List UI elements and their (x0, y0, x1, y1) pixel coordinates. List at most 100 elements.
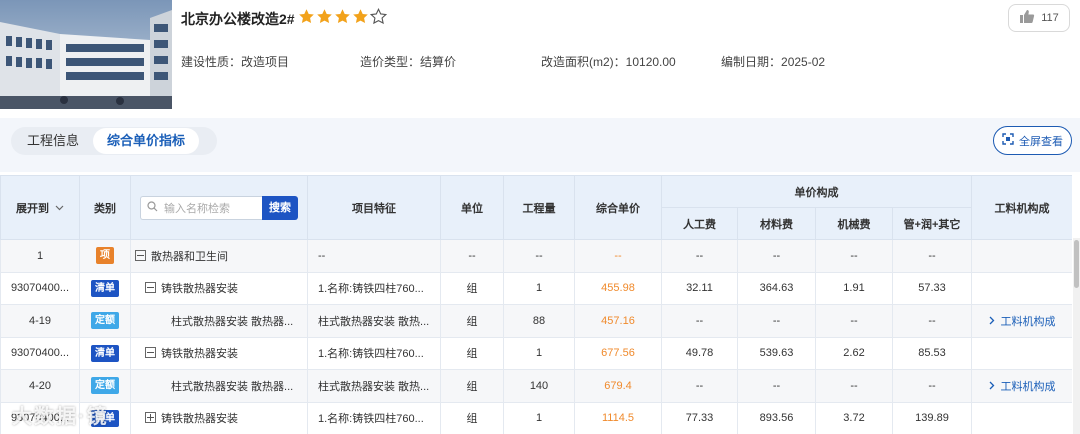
material-header: 材料费 (737, 207, 816, 240)
table-row[interactable]: 93070400... 清单 铸铁散热器安装 1.名称:铸铁四柱760... 组… (0, 271, 1072, 305)
row-feature: 1.名称:铸铁四柱760... (307, 271, 441, 305)
rating-stars (298, 8, 387, 25)
quantity-header: 工程量 (503, 175, 575, 240)
project-header: 北京办公楼改造2# 建设性质：改造项目 造价类型：结算价 改造面积(m2)：10… (0, 0, 1080, 112)
collapse-icon[interactable] (135, 249, 146, 261)
row-feature: 1.名称:铸铁四柱760... (307, 401, 441, 434)
chevron-right-icon (989, 381, 995, 393)
chevron-right-icon (989, 316, 995, 328)
table-row[interactable]: 93070400... 清单 铸铁散热器安装 1.名称:铸铁四柱760... 组… (0, 336, 1072, 370)
lmm-link[interactable]: 工料机构成 (989, 316, 1056, 328)
row-name: 柱式散热器安装 散热器... (171, 380, 294, 393)
row-material: 539.63 (737, 336, 816, 370)
scrollbar-thumb[interactable] (1074, 240, 1079, 288)
category-badge: 清单 (91, 344, 119, 362)
row-lmm (971, 271, 1072, 305)
star-filled-icon (299, 9, 314, 24)
category-badge: 定额 (91, 377, 119, 395)
row-machine: 1.91 (815, 271, 893, 305)
tab-switcher: 工程信息 综合单价指标 (11, 127, 217, 155)
row-unit: 组 (440, 304, 504, 338)
chevron-down-icon (55, 202, 64, 214)
meta-label: 建设性质： (181, 55, 242, 69)
row-feature: 柱式散热器安装 散热... (307, 304, 441, 338)
table-row[interactable]: 1 项 散热器和卫生间 -- -- -- -- -- -- -- -- (0, 239, 1072, 273)
row-feature: 柱式散热器安装 散热... (307, 369, 441, 403)
row-quantity: 140 (503, 369, 575, 403)
row-name-cell: 铸铁散热器安装 (130, 336, 308, 370)
row-machine: -- (815, 239, 893, 273)
row-mgmt: 85.53 (892, 336, 972, 370)
like-button[interactable]: 117 (1008, 4, 1070, 32)
star-filled-icon (335, 9, 350, 24)
meta-label: 造价类型： (360, 55, 421, 69)
unit-price-header: 综合单价 (574, 175, 662, 240)
tab-project-info[interactable]: 工程信息 (13, 128, 93, 154)
row-lmm (971, 239, 1072, 273)
project-thumbnail (0, 0, 172, 109)
category-badge: 项 (96, 247, 114, 265)
row-code: 93070400... (0, 401, 80, 434)
meta-label: 编制日期： (721, 55, 782, 69)
row-unit-price: 457.16 (574, 304, 662, 338)
meta-value: 10120.00 (625, 55, 676, 69)
collapse-icon[interactable] (145, 347, 156, 359)
meta-value: 2025-02 (781, 55, 826, 69)
row-machine: 2.62 (815, 336, 893, 370)
row-category: 清单 (79, 271, 131, 305)
lmm-link-label: 工料机构成 (1000, 315, 1056, 328)
row-name: 铸铁散热器安装 (161, 348, 238, 361)
row-category: 清单 (79, 336, 131, 370)
meta-compile-date: 编制日期：2025-02 (721, 53, 825, 70)
star-filled-icon (353, 9, 368, 24)
row-code: 1 (0, 239, 80, 273)
row-lmm: 工料机构成 (971, 304, 1072, 338)
row-unit: 组 (440, 271, 504, 305)
meta-value: 结算价 (420, 55, 457, 69)
collapse-icon[interactable] (145, 282, 156, 294)
row-quantity: 1 (503, 336, 575, 370)
row-material: -- (737, 239, 816, 273)
expand-level-header[interactable]: 展开到 (0, 175, 80, 240)
category-badge: 定额 (91, 312, 119, 330)
table-row[interactable]: 4-20 定额 柱式散热器安装 散热器... 柱式散热器安装 散热... 组 1… (0, 369, 1072, 403)
row-name: 散热器和卫生间 (151, 250, 228, 263)
row-code: 4-20 (0, 369, 80, 403)
feature-header: 项目特征 (307, 175, 441, 240)
thumbs-up-icon (1019, 9, 1035, 27)
row-code: 93070400... (0, 336, 80, 370)
row-unit-price: 677.56 (574, 336, 662, 370)
row-mgmt: 57.33 (892, 271, 972, 305)
row-material: 893.56 (737, 401, 816, 434)
search-button[interactable]: 搜索 (262, 195, 298, 220)
search-icon (147, 200, 158, 215)
row-quantity: -- (503, 239, 575, 273)
row-category: 清单 (79, 401, 131, 434)
expand-icon[interactable] (145, 412, 156, 424)
row-labor: -- (661, 239, 738, 273)
name-search: 输入名称检索 搜索 (140, 195, 298, 220)
lmm-link[interactable]: 工料机构成 (989, 381, 1056, 393)
row-name-cell: 散热器和卫生间 (130, 239, 308, 273)
row-machine: 3.72 (815, 401, 893, 434)
table-row[interactable]: 4-19 定额 柱式散热器安装 散热器... 柱式散热器安装 散热... 组 8… (0, 304, 1072, 338)
row-name: 铸铁散热器安装 (161, 413, 238, 426)
row-category: 项 (79, 239, 131, 273)
row-unit: 组 (440, 336, 504, 370)
unit-header: 单位 (440, 175, 504, 240)
row-unit: 组 (440, 369, 504, 403)
labor-header: 人工费 (661, 207, 738, 240)
row-mgmt: -- (892, 304, 972, 338)
row-code: 93070400... (0, 271, 80, 305)
tab-unit-price-index[interactable]: 综合单价指标 (93, 128, 200, 154)
table-body: 1 项 散热器和卫生间 -- -- -- -- -- -- -- -- 9307… (0, 239, 1072, 434)
row-unit: 组 (440, 401, 504, 434)
row-unit-price: -- (574, 239, 662, 273)
search-input[interactable]: 输入名称检索 (140, 195, 262, 220)
row-quantity: 1 (503, 401, 575, 434)
star-empty-icon (370, 8, 387, 25)
row-mgmt: 139.89 (892, 401, 972, 434)
table-row[interactable]: 93070400... 清单 铸铁散热器安装 1.名称:铸铁四柱760... 组… (0, 401, 1072, 434)
fullscreen-button[interactable]: 全屏查看 (993, 126, 1072, 155)
meta-value: 改造项目 (241, 55, 290, 69)
